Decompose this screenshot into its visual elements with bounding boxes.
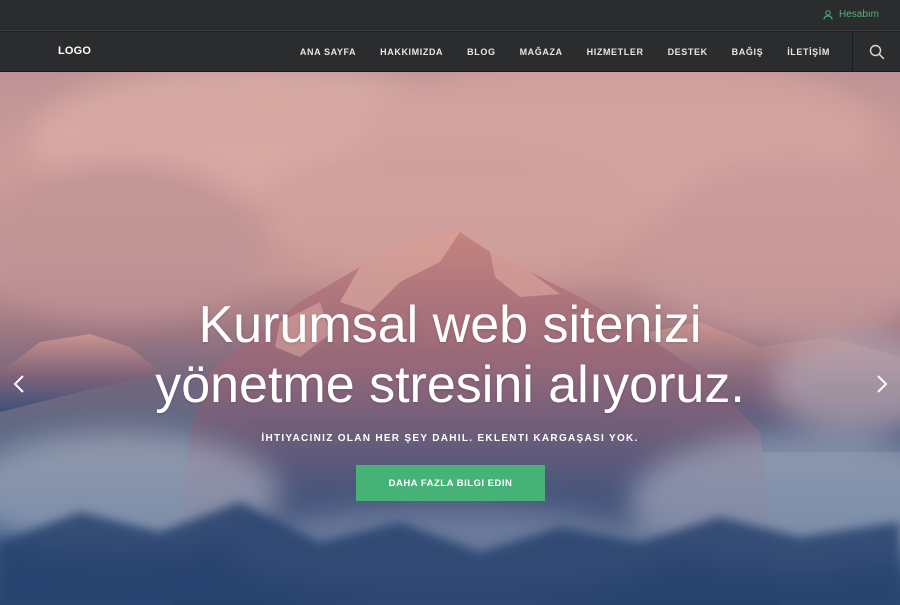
nav-item-donate[interactable]: BAĞIŞ xyxy=(732,47,764,57)
site-logo[interactable]: LOGO xyxy=(58,45,91,57)
nav-item-blog[interactable]: BLOG xyxy=(467,47,495,57)
chevron-left-icon xyxy=(13,375,24,393)
search-button[interactable] xyxy=(852,32,900,72)
hero-headline-line-2: yönetme stresini alıyoruz. xyxy=(155,356,745,414)
hero-headline: Kurumsal web sitenizi yönetme stresini a… xyxy=(0,295,900,415)
nav-item-support[interactable]: DESTEK xyxy=(668,47,708,57)
top-bar: Hesabım xyxy=(0,0,900,31)
learn-more-button[interactable]: DAHA FAZLA BILGI EDIN xyxy=(356,465,545,501)
nav-item-about[interactable]: HAKKIMIZDA xyxy=(380,47,443,57)
slider-prev-button[interactable] xyxy=(7,370,31,398)
hero-subtitle: İHTIYACINIZ OLAN HER ŞEY DAHIL. EKLENTI … xyxy=(261,433,639,444)
main-menu: ANA SAYFA HAKKIMIZDA BLOG MAĞAZA HIZMETL… xyxy=(276,32,830,72)
slider-next-button[interactable] xyxy=(870,370,894,398)
account-label: Hesabım xyxy=(838,9,879,20)
hero-headline-line-1: Kurumsal web sitenizi xyxy=(198,296,702,354)
account-link[interactable]: Hesabım xyxy=(823,9,879,20)
main-navbar: LOGO ANA SAYFA HAKKIMIZDA BLOG MAĞAZA HI… xyxy=(0,32,900,72)
hero-slider: Kurumsal web sitenizi yönetme stresini a… xyxy=(0,72,900,605)
user-icon xyxy=(823,9,833,20)
chevron-right-icon xyxy=(877,375,888,393)
nav-item-home[interactable]: ANA SAYFA xyxy=(300,47,356,57)
nav-item-services[interactable]: HIZMETLER xyxy=(587,47,644,57)
nav-item-contact[interactable]: İLETİŞİM xyxy=(787,47,830,57)
search-icon xyxy=(869,44,884,60)
nav-item-shop[interactable]: MAĞAZA xyxy=(520,47,563,57)
